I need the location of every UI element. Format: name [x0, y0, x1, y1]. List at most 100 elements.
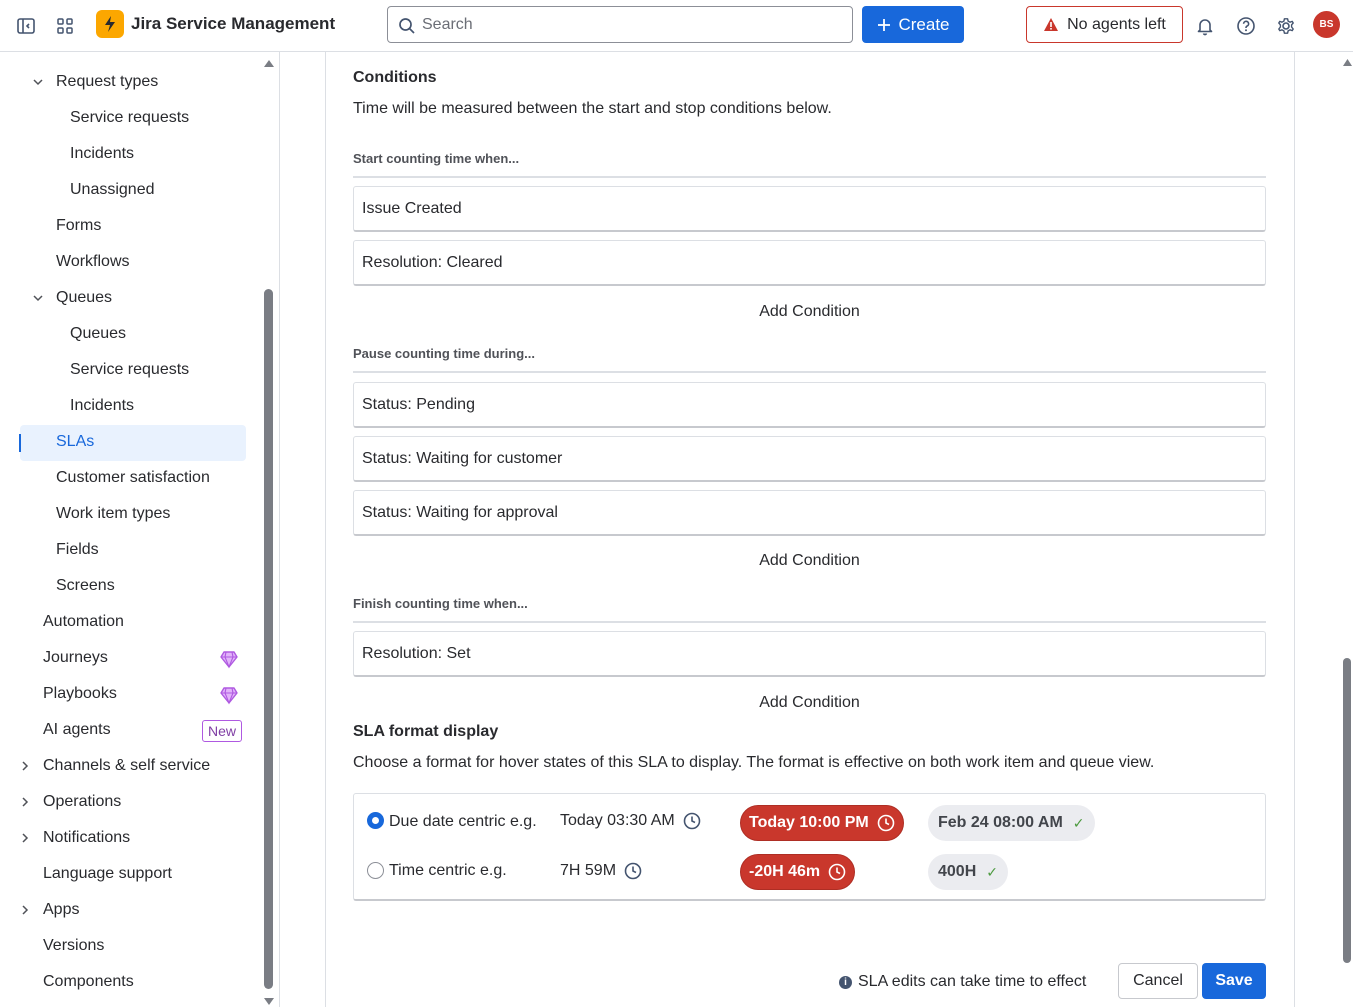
pause-condition-pending[interactable]: Status: Pending	[353, 382, 1266, 428]
due-date-centric-label[interactable]: Due date centric e.g.	[389, 813, 537, 831]
settings-gear-icon[interactable]	[1272, 12, 1300, 40]
check-icon: ✓	[986, 863, 998, 880]
sidebar-item-queues-sub[interactable]: Queues	[70, 316, 126, 352]
scroll-down-arrow-icon[interactable]	[263, 997, 275, 1007]
pause-condition-waiting-for-customer[interactable]: Status: Waiting for customer	[353, 436, 1266, 482]
pause-condition-waiting-for-approval[interactable]: Status: Waiting for approval	[353, 490, 1266, 536]
time-centric-label[interactable]: Time centric e.g.	[389, 862, 507, 880]
info-icon: i	[839, 975, 852, 989]
conditions-description: Time will be measured between the start …	[353, 100, 832, 117]
top-navigation: Jira Service Management Create No agents…	[0, 0, 1353, 52]
user-avatar[interactable]: BS	[1313, 11, 1340, 38]
add-start-condition-button[interactable]: Add Condition	[353, 303, 1266, 321]
chevron-right-icon[interactable]	[17, 830, 33, 846]
cancel-button[interactable]: Cancel	[1118, 963, 1198, 999]
sidebar-item-screens[interactable]: Screens	[56, 568, 115, 604]
sidebar-scrollbar-thumb[interactable]	[264, 289, 273, 989]
create-button[interactable]: Create	[862, 6, 964, 43]
no-agents-left-label: No agents left	[1067, 15, 1166, 33]
divider	[353, 176, 1266, 178]
chevron-down-icon[interactable]	[30, 290, 46, 306]
sidebar-item-slas[interactable]: SLAs	[56, 424, 94, 460]
due-date-centric-radio[interactable]	[367, 812, 384, 829]
sidebar-item-customer-satisfaction[interactable]: Customer satisfaction	[56, 460, 210, 496]
divider	[353, 621, 1266, 623]
sidebar-item-workflows[interactable]: Workflows	[56, 244, 130, 280]
sla-format-description: Choose a format for hover states of this…	[353, 754, 1155, 771]
sidebar-selected-highlight	[20, 425, 246, 461]
sidebar-item-versions[interactable]: Versions	[43, 928, 104, 964]
clock-icon	[877, 814, 895, 832]
notifications-bell-icon[interactable]	[1191, 12, 1219, 40]
sidebar-item-fields[interactable]: Fields	[56, 532, 99, 568]
breached-due-date-pill: Today 10:00 PM	[740, 805, 904, 841]
sidebar-selected-indicator	[19, 434, 21, 452]
gem-icon	[220, 651, 238, 669]
sidebar-item-forms[interactable]: Forms	[56, 208, 101, 244]
chevron-down-icon[interactable]	[30, 74, 46, 90]
met-time-value: 400H	[938, 863, 977, 880]
project-settings-sidebar: Request types Service requests Incidents…	[0, 52, 280, 1007]
sidebar-item-queues-service-requests[interactable]: Service requests	[70, 352, 189, 388]
no-agents-left-button[interactable]: No agents left	[1026, 6, 1183, 43]
help-icon[interactable]	[1232, 12, 1260, 40]
add-pause-condition-button[interactable]: Add Condition	[353, 552, 1266, 570]
app-title[interactable]: Jira Service Management	[131, 14, 335, 34]
sidebar-item-apps[interactable]: Apps	[43, 892, 79, 928]
pause-counting-label: Pause counting time during...	[353, 346, 536, 361]
met-time-pill: 400H ✓	[928, 854, 1008, 890]
met-due-date-pill: Feb 24 08:00 AM ✓	[928, 805, 1095, 841]
clock-icon	[828, 863, 846, 881]
chevron-right-icon[interactable]	[17, 794, 33, 810]
sidebar-item-queues[interactable]: Queues	[56, 280, 112, 316]
start-condition-issue-created[interactable]: Issue Created	[353, 186, 1266, 232]
sidebar-item-automation[interactable]: Automation	[43, 604, 124, 640]
search-input[interactable]	[422, 15, 852, 34]
sla-edit-note: i SLA edits can take time to effect	[839, 973, 1086, 991]
scroll-up-arrow-icon[interactable]	[1342, 58, 1353, 67]
sidebar-item-unassigned[interactable]: Unassigned	[70, 172, 155, 208]
due-date-example: Today 03:30 AM	[560, 812, 701, 830]
new-badge: New	[202, 720, 243, 742]
save-button[interactable]: Save	[1202, 963, 1266, 999]
gem-icon	[220, 687, 238, 705]
jira-service-management-logo-icon[interactable]	[96, 10, 124, 38]
sla-format-heading: SLA format display	[353, 723, 499, 740]
due-date-example-value: Today 03:30 AM	[560, 812, 675, 829]
time-centric-radio[interactable]	[367, 862, 384, 879]
main-scrollbar-thumb[interactable]	[1343, 658, 1351, 963]
breached-time-pill: -20H 46m	[740, 854, 856, 890]
sidebar-item-language-support[interactable]: Language support	[43, 856, 172, 892]
sidebar-item-service-requests[interactable]: Service requests	[70, 100, 189, 136]
add-finish-condition-button[interactable]: Add Condition	[353, 694, 1266, 712]
start-condition-resolution-cleared[interactable]: Resolution: Cleared	[353, 240, 1266, 286]
sidebar-item-channels-self-service[interactable]: Channels & self service	[43, 748, 210, 784]
sidebar-item-journeys[interactable]: Journeys	[43, 640, 108, 676]
sla-edit-note-text: SLA edits can take time to effect	[858, 973, 1087, 990]
sidebar-item-operations[interactable]: Operations	[43, 784, 121, 820]
conditions-heading: Conditions	[353, 69, 437, 86]
chevron-right-icon[interactable]	[17, 758, 33, 774]
sidebar-item-playbooks[interactable]: Playbooks	[43, 676, 117, 712]
check-icon: ✓	[1072, 814, 1085, 831]
breached-time-value: -20H 46m	[749, 863, 821, 880]
plus-icon	[878, 18, 891, 31]
app-switcher-icon[interactable]	[51, 12, 79, 40]
breached-due-date-value: Today 10:00 PM	[749, 814, 869, 831]
sidebar-item-ai-agents[interactable]: AI agents	[43, 712, 111, 748]
scroll-up-arrow-icon[interactable]	[263, 58, 275, 68]
sidebar-item-work-item-types[interactable]: Work item types	[56, 496, 170, 532]
search-box[interactable]	[387, 6, 853, 43]
create-button-label: Create	[898, 14, 950, 34]
time-centric-example-value: 7H 59M	[560, 862, 617, 879]
sidebar-item-request-types[interactable]: Request types	[56, 64, 158, 100]
sidebar-item-incidents[interactable]: Incidents	[70, 136, 134, 172]
warning-icon	[1044, 18, 1059, 31]
sidebar-item-notifications[interactable]: Notifications	[43, 820, 130, 856]
sidebar-toggle-icon[interactable]	[12, 12, 40, 40]
met-due-date-value: Feb 24 08:00 AM	[938, 814, 1063, 831]
finish-condition-resolution-set[interactable]: Resolution: Set	[353, 631, 1266, 677]
chevron-right-icon[interactable]	[17, 902, 33, 918]
sidebar-item-components[interactable]: Components	[43, 964, 134, 1000]
sidebar-item-queues-incidents[interactable]: Incidents	[70, 388, 134, 424]
